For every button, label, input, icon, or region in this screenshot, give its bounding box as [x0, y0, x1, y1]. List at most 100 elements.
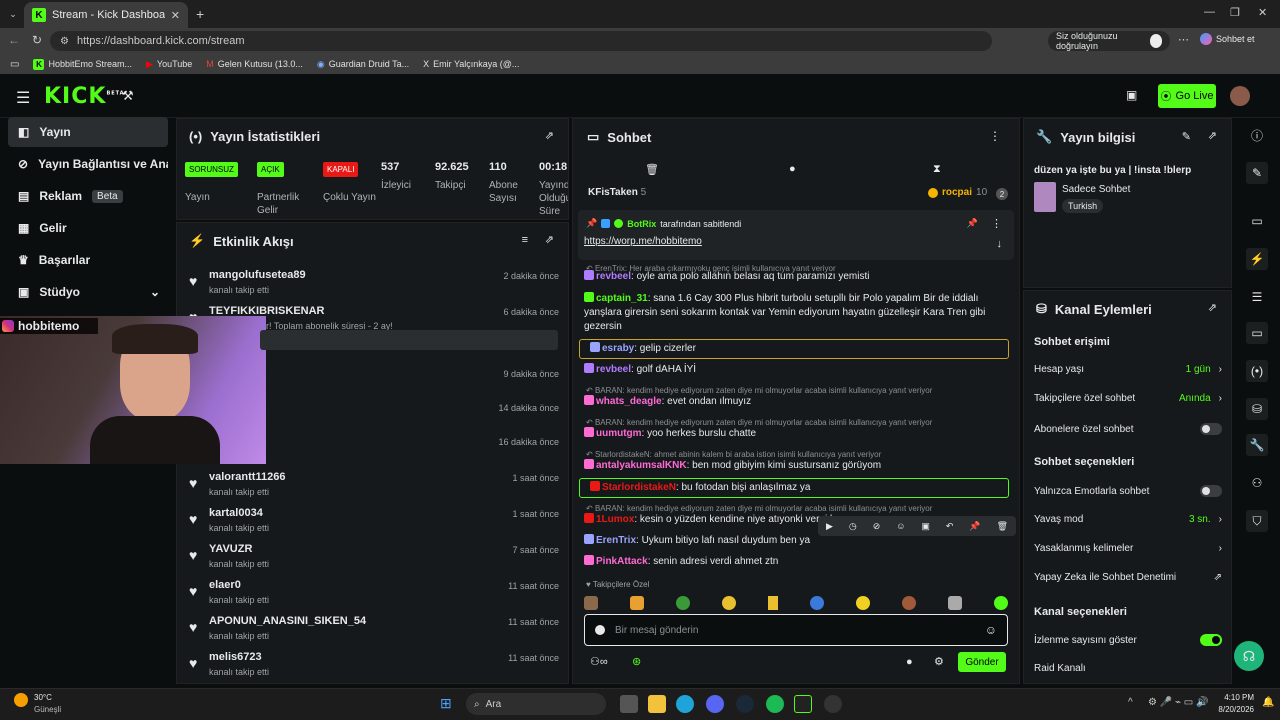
wrench-icon[interactable]: 🔧 [1246, 434, 1268, 456]
bookmark-1[interactable]: ▶ YouTube [146, 59, 192, 70]
emote-9-icon[interactable] [948, 596, 962, 610]
emote-3-icon[interactable] [676, 596, 690, 610]
tray-chevron-icon[interactable]: ^ [1128, 697, 1133, 708]
pin-icon[interactable]: 📌 [969, 521, 980, 532]
bookmark-0[interactable]: K HobbitEmo Stream... [33, 58, 132, 70]
reply-context[interactable]: ↶ BARAN: kendim hediye ediyorum zaten di… [586, 504, 932, 513]
emote-6-icon[interactable] [810, 596, 824, 610]
filter-icon[interactable]: ≡ [522, 234, 528, 246]
emote-5-icon[interactable] [768, 596, 778, 610]
setting-toggle[interactable] [1200, 634, 1222, 646]
spotify-icon[interactable] [766, 695, 784, 713]
site-info-icon[interactable]: ⚙ [60, 36, 69, 47]
trash-icon[interactable]: 🗑 [645, 163, 659, 176]
steam-icon[interactable] [736, 695, 754, 713]
popout-icon[interactable]: ⇗ [1208, 301, 1217, 314]
nav-item-achievements[interactable]: ♛ Başarılar [8, 245, 168, 275]
obs-icon[interactable] [824, 695, 842, 713]
chat-message[interactable]: whats_deagle: evet ondan ılmuyız [584, 395, 1012, 409]
bookmark-3[interactable]: ◉ Guardian Druid Ta... [317, 59, 409, 70]
taskbar-search[interactable]: ⌕ Ara [466, 693, 606, 715]
chat-username[interactable]: PinkAttack [596, 556, 648, 567]
emote-2-icon[interactable] [630, 596, 644, 610]
chat-username[interactable]: esraby [602, 343, 634, 354]
setting-row[interactable]: Hesap yaşı 1 gün › [1034, 364, 1222, 375]
chat-message[interactable]: antalyakumsalKNK: ben mod gibiyim kimi s… [584, 459, 1012, 473]
minimize-icon[interactable]: — [1204, 6, 1215, 18]
category-name[interactable]: Sadece Sohbet [1062, 184, 1130, 195]
popout-icon[interactable]: ⇗ [545, 233, 554, 246]
bookmark-4[interactable]: X Emir Yalçınkaya (@... [423, 59, 519, 69]
feed-username[interactable]: melis6723 [209, 651, 262, 663]
reply-context[interactable]: ↶ BARAN: kendim hediye ediyorum zaten di… [586, 418, 932, 427]
nav-item-stream-key[interactable]: ⊘ Yayın Bağlantısı ve Anahtar [8, 149, 168, 179]
chat-username[interactable]: ErenTrix [596, 535, 636, 546]
tab-close-icon[interactable]: ✕ [171, 9, 180, 22]
pinned-menu-icon[interactable]: ⋮ [991, 217, 1002, 230]
setting-row[interactable]: Yalnızca Emotlarla sohbet [1034, 485, 1222, 497]
bookmark-2[interactable]: M Gelen Kutusu (13.0... [206, 59, 303, 69]
chat-username[interactable]: StarlordistakeN [602, 482, 676, 493]
emote-8-icon[interactable] [902, 596, 916, 610]
copilot-chat-button[interactable]: Sohbet et [1200, 33, 1255, 45]
emote-7-icon[interactable] [856, 596, 870, 610]
chat-username[interactable]: whats_deagle [596, 396, 662, 407]
chat-message[interactable]: revbeel: golf dAHA İYİ [584, 363, 1012, 377]
chat-tools-icon[interactable]: ⚇∞ [590, 655, 608, 668]
play-icon[interactable]: ▶ [826, 521, 833, 532]
feed-row[interactable]: ♥ elaer0 kanalı takip etti 11 saat önce [189, 577, 559, 611]
emote-icon[interactable]: ☺ [896, 521, 905, 531]
pinned-by-user[interactable]: BotRix [627, 219, 656, 229]
setting-row[interactable]: Yapay Zeka ile Sohbet Denetimi ⇗ [1034, 572, 1222, 583]
go-live-button[interactable]: ⦿ Go Live [1158, 84, 1216, 108]
clock-time[interactable]: 4:10 PM [1212, 693, 1254, 702]
reply-context[interactable]: ↶ StarlordistakeN: ahmet abinin kalem bi… [586, 450, 881, 459]
expand-arrow-icon[interactable]: ↓ [997, 238, 1003, 250]
feed-username[interactable]: APONUN_ANASINI_SIKEN_54 [209, 615, 366, 627]
discord-icon[interactable] [706, 695, 724, 713]
tools-icon[interactable]: ⚒ [122, 88, 134, 104]
chat-message[interactable]: StarlordistakeN: bu fotodan bişi anlaşıl… [590, 481, 1018, 495]
settings-gear-icon[interactable]: ⚙ [934, 655, 944, 668]
emote-1-icon[interactable] [584, 596, 598, 610]
chat-message[interactable]: captain_31: sana 1.6 Cay 300 Plus hibrit… [584, 292, 1012, 334]
file-explorer-icon[interactable] [648, 695, 666, 713]
chat-input[interactable]: Bir mesaj gönderin ☺ [584, 614, 1008, 646]
chat-message[interactable]: ErenTrix: Uykum bitiyo lafı nasıl duydum… [584, 534, 1012, 548]
edit-icon[interactable]: ✎ [1246, 162, 1268, 184]
new-tab-icon[interactable]: + [196, 6, 204, 22]
emote-4-icon[interactable] [722, 596, 736, 610]
broadcast-icon[interactable]: (•) [1246, 360, 1268, 382]
hourglass-icon[interactable]: ⧗ [933, 163, 941, 176]
chat-username[interactable]: uumutgm [596, 428, 642, 439]
edge-icon[interactable] [676, 695, 694, 713]
chat-username[interactable]: antalyakumsalKNK [596, 460, 687, 471]
tab-list-icon[interactable]: ⌄ [6, 7, 20, 21]
top-gifter-2[interactable]: rocpai 10 [928, 187, 987, 198]
feed-username[interactable]: kartal0034 [209, 507, 263, 519]
reload-icon[interactable]: ↻ [32, 33, 42, 47]
setting-row[interactable]: Abonelere özel sohbet [1034, 423, 1222, 435]
chat-message[interactable]: esraby: gelip cizerler [590, 342, 1018, 356]
setting-row[interactable]: Yavaş mod 3 sn. › [1034, 514, 1222, 525]
setting-row[interactable]: Takipçilere özel sohbet Anında › [1034, 393, 1222, 404]
feed-username[interactable]: mangolufusetea89 [209, 269, 306, 281]
chat-username[interactable]: revbeel [596, 271, 631, 282]
nav-item-ads[interactable]: ▤ Reklam Beta [8, 181, 168, 211]
more-gifters-badge[interactable]: 2 [996, 188, 1008, 200]
emoji-picker-icon[interactable]: ☺ [985, 623, 997, 637]
delete-icon[interactable]: 🗑 [997, 521, 1008, 532]
info-icon[interactable]: ⓘ [1246, 124, 1268, 146]
popout-icon[interactable]: ⇗ [1208, 129, 1217, 142]
setting-toggle[interactable] [1200, 423, 1222, 435]
feed-username[interactable]: YAVUZR [209, 543, 252, 555]
chat-username[interactable]: captain_31 [596, 293, 648, 304]
chat-message[interactable]: PinkAttack: senin adresi verdi ahmet ztn [584, 555, 1012, 569]
bubble-icon[interactable]: ● [789, 163, 796, 175]
support-headset-icon[interactable]: ☊ [1234, 641, 1264, 671]
chat-username[interactable]: revbeel [596, 364, 631, 375]
chat-username[interactable]: 1Lumox [596, 514, 634, 525]
feed-row[interactable]: ♥ kartal0034 kanalı takip etti 1 saat önce [189, 505, 559, 539]
notifications-icon[interactable]: 🔔 [1262, 697, 1274, 708]
chat-message[interactable]: uumutgm: yoo herkes burslu chatte [584, 427, 1012, 441]
